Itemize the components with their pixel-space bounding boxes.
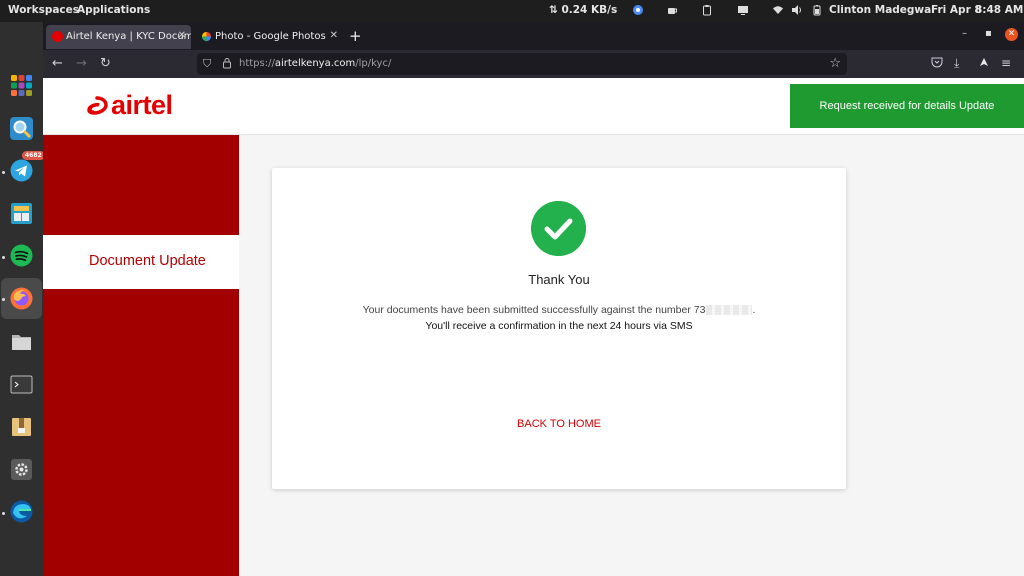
- sidebar-item-document-update[interactable]: Document Update: [43, 235, 239, 289]
- tab-google-photos[interactable]: Photo - Google Photos ✕: [195, 25, 343, 49]
- url-text[interactable]: https://airtelkenya.com/lp/kyc/: [239, 58, 391, 69]
- clipboard-tray-icon[interactable]: [701, 4, 713, 16]
- tab-title: Airtel Kenya | KYC Documen: [66, 31, 191, 42]
- workspaces-menu[interactable]: Workspaces: [8, 4, 79, 16]
- window-close-icon[interactable]: ✕: [1005, 28, 1018, 41]
- edge-icon[interactable]: [10, 500, 33, 523]
- pocket-icon[interactable]: [931, 56, 943, 68]
- application-dock: 4682: [0, 22, 45, 576]
- tab-title: Photo - Google Photos: [215, 31, 326, 42]
- menu-hamburger-icon[interactable]: ≡: [1001, 56, 1011, 70]
- coffee-tray-icon[interactable]: [666, 4, 678, 16]
- masked-number: [706, 305, 753, 316]
- wifi-icon[interactable]: [772, 4, 784, 16]
- window-manager-icon[interactable]: [10, 202, 33, 225]
- success-check-icon: [531, 201, 586, 256]
- user-name[interactable]: Clinton Madegwa: [829, 4, 931, 16]
- new-tab-plus-icon[interactable]: +: [349, 27, 362, 45]
- chrome-tray-icon[interactable]: [632, 4, 644, 16]
- airtel-swirl-icon: [87, 96, 108, 115]
- thank-you-heading: Thank You: [528, 272, 590, 287]
- submission-text-end: .: [752, 304, 756, 316]
- magnifier-icon[interactable]: [10, 117, 33, 140]
- battery-icon[interactable]: [811, 4, 823, 16]
- tab-close-icon[interactable]: ✕: [330, 30, 338, 41]
- system-top-bar: Workspaces Applications ⇅ 0.24 KB/s Clin…: [0, 0, 1024, 22]
- back-to-home-link[interactable]: BACK TO HOME: [272, 418, 846, 430]
- spotify-icon[interactable]: [10, 244, 33, 267]
- files-icon[interactable]: [10, 330, 33, 353]
- tab-close-icon[interactable]: ✕: [178, 30, 186, 41]
- archive-manager-icon[interactable]: [10, 415, 33, 438]
- airtel-favicon-icon: [52, 31, 63, 42]
- downloads-icon[interactable]: ⤓: [954, 56, 959, 71]
- clock: 8:48 AM: [975, 4, 1024, 16]
- submission-text: Your documents have been submitted succe…: [362, 304, 706, 316]
- volume-icon[interactable]: [791, 4, 803, 16]
- minimize-icon[interactable]: –: [962, 28, 967, 39]
- forward-arrow-icon[interactable]: →: [76, 56, 87, 71]
- site-header: airtel Request received for details Upda…: [43, 78, 1024, 135]
- tab-airtel-kyc[interactable]: Airtel Kenya | KYC Documen ✕: [46, 25, 191, 49]
- running-indicator: [2, 512, 5, 515]
- extension-icon[interactable]: [978, 56, 990, 68]
- running-indicator: [2, 171, 5, 174]
- sidebar: Document Update: [43, 135, 239, 576]
- back-arrow-icon[interactable]: ←: [52, 56, 63, 71]
- running-indicator: [2, 298, 5, 301]
- tracking-shield-icon[interactable]: ⛉: [203, 57, 211, 71]
- terminal-icon[interactable]: [10, 373, 33, 396]
- firefox-icon[interactable]: [10, 287, 33, 310]
- apps-grid-icon[interactable]: [10, 74, 33, 97]
- address-bar[interactable]: ⛉ https://airtelkenya.com/lp/kyc/ ☆: [197, 53, 847, 75]
- logo-text: airtel: [111, 90, 173, 120]
- sidebar-item-label: Document Update: [89, 253, 206, 269]
- url-domain: airtelkenya.com: [274, 58, 356, 69]
- network-speed: ⇅ 0.24 KB/s: [549, 4, 618, 16]
- applications-menu[interactable]: Applications: [77, 4, 150, 16]
- confirmation-card: Thank You Your documents have been submi…: [272, 168, 846, 489]
- url-path: /lp/kyc/: [355, 58, 392, 69]
- reload-icon[interactable]: ↻: [100, 56, 111, 71]
- telegram-icon[interactable]: [10, 159, 33, 182]
- request-received-notice: Request received for details Update: [790, 84, 1024, 128]
- display-tray-icon[interactable]: [737, 4, 749, 16]
- submission-message: Your documents have been submitted succe…: [272, 304, 846, 316]
- confirmation-message: You'll receive a confirmation in the nex…: [425, 320, 693, 332]
- google-photos-favicon-icon: [201, 31, 212, 42]
- browser-tab-strip: Airtel Kenya | KYC Documen ✕ Photo - Goo…: [43, 22, 1024, 50]
- main-content: Thank You Your documents have been submi…: [239, 135, 1024, 576]
- web-page: airtel Request received for details Upda…: [43, 78, 1024, 576]
- maximize-icon[interactable]: ▪: [985, 28, 992, 39]
- lock-icon[interactable]: [222, 57, 232, 69]
- settings-icon[interactable]: [10, 458, 33, 481]
- bookmark-star-icon[interactable]: ☆: [829, 56, 841, 71]
- browser-nav-bar: ← → ↻ ⛉ https://airtelkenya.com/lp/kyc/ …: [43, 50, 1024, 78]
- running-indicator: [2, 256, 5, 259]
- url-prefix: https://: [239, 58, 275, 69]
